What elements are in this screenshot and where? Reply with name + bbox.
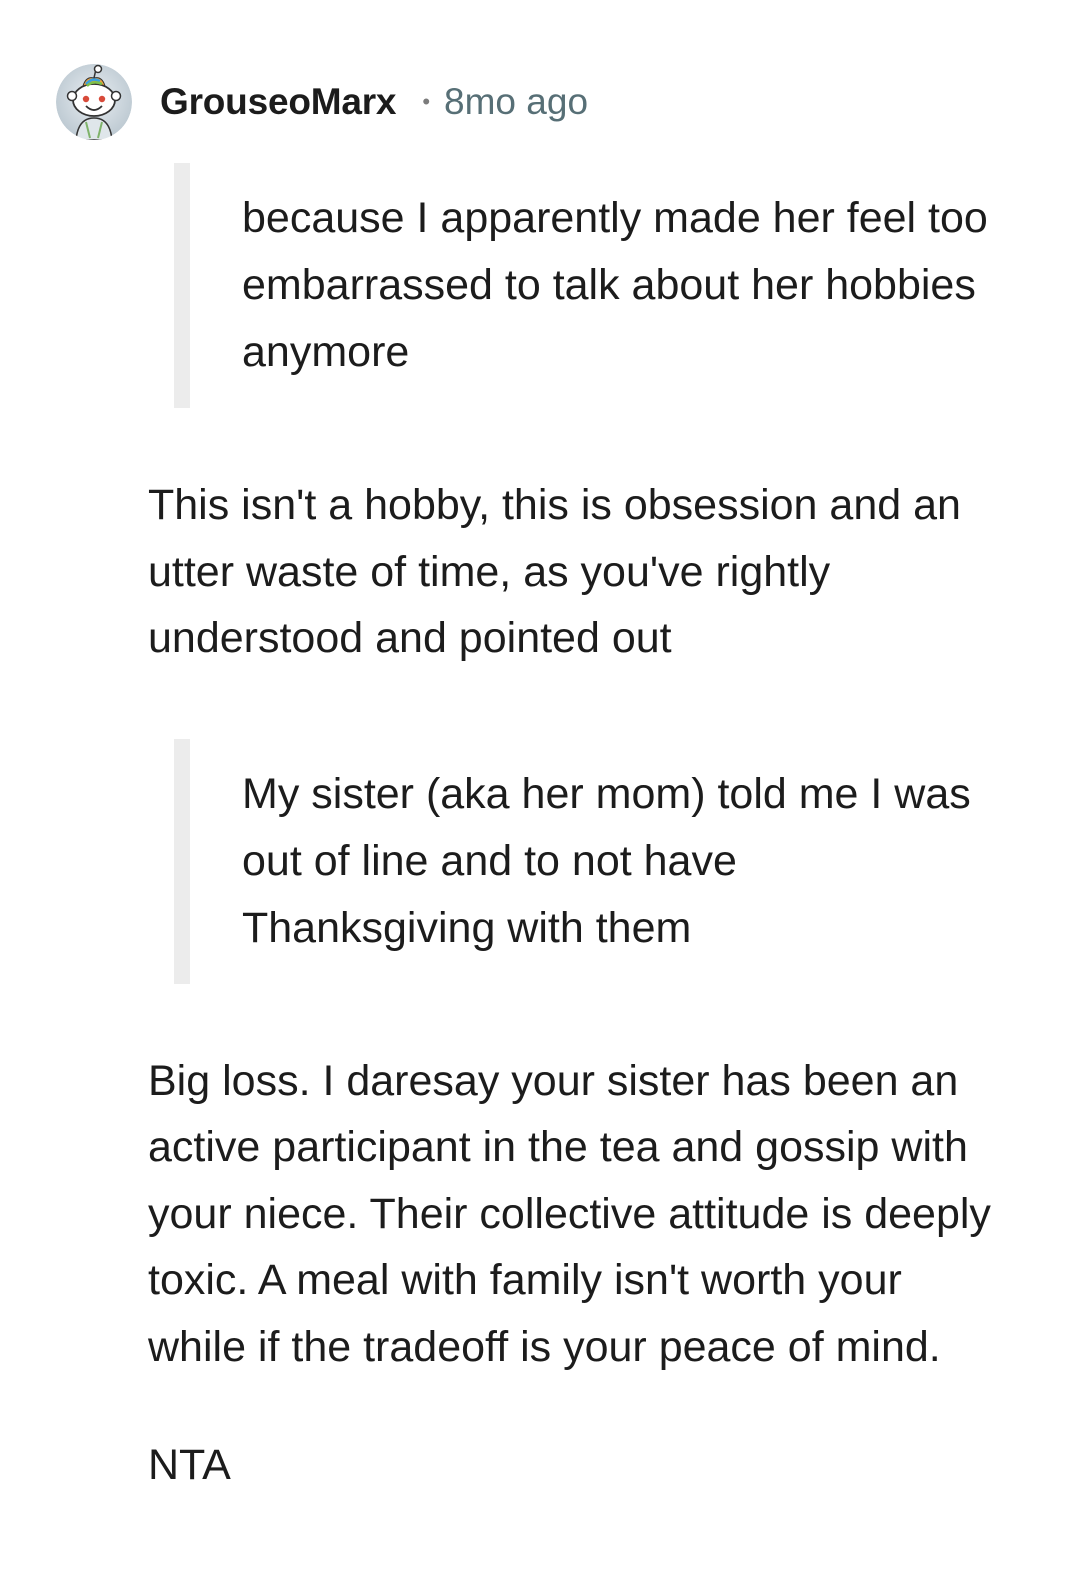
- blockquote: My sister (aka her mom) told me I was ou…: [174, 738, 998, 984]
- comment-header: GrouseoMarx • 8mo ago: [56, 60, 588, 144]
- separator-dot: •: [422, 89, 431, 114]
- quote-text: because I apparently made her feel too e…: [242, 194, 988, 376]
- comment-verdict: NTA: [148, 1441, 231, 1489]
- comment-body: because I apparently made her feel too e…: [148, 163, 998, 1499]
- comment-paragraph: This isn't a hobby, this is obsession an…: [148, 481, 961, 662]
- comment-paragraph: Big loss. I daresay your sister has been…: [148, 1056, 991, 1371]
- reddit-snoo-avatar-icon[interactable]: [56, 64, 132, 140]
- quote-text: My sister (aka her mom) told me I was ou…: [242, 769, 971, 952]
- username-link[interactable]: GrouseoMarx: [160, 81, 397, 123]
- blockquote: because I apparently made her feel too e…: [174, 163, 998, 408]
- comment-timestamp[interactable]: 8mo ago: [444, 81, 588, 123]
